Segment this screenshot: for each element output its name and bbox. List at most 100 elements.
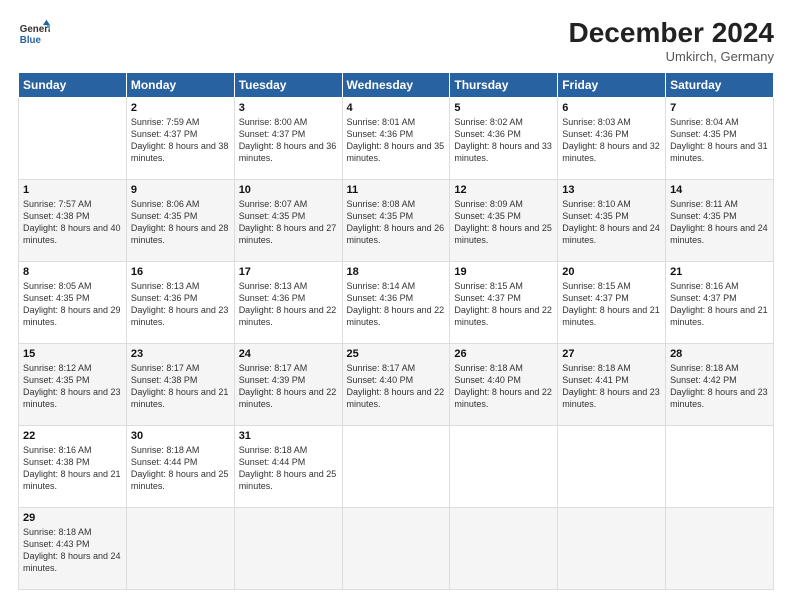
day-info: Sunrise: 8:15 AMSunset: 4:37 PMDaylight:…	[454, 280, 553, 329]
day-info: Sunrise: 8:06 AMSunset: 4:35 PMDaylight:…	[131, 198, 230, 247]
day-number: 13	[562, 184, 661, 196]
day-number: 9	[131, 184, 230, 196]
month-title: December 2024	[569, 18, 774, 49]
calendar-cell: 4 Sunrise: 8:01 AMSunset: 4:36 PMDaylight…	[342, 97, 450, 179]
day-number: 8	[23, 266, 122, 278]
day-number: 21	[670, 266, 769, 278]
day-number: 29	[23, 512, 122, 524]
day-number: 3	[239, 102, 338, 114]
calendar-cell	[450, 425, 558, 507]
day-info: Sunrise: 8:10 AMSunset: 4:35 PMDaylight:…	[562, 198, 661, 247]
calendar-header-row: Sunday Monday Tuesday Wednesday Thursday…	[19, 72, 774, 97]
page: General Blue December 2024 Umkirch, Germ…	[0, 0, 792, 612]
calendar-cell: 24 Sunrise: 8:17 AMSunset: 4:39 PMDayligh…	[234, 343, 342, 425]
calendar-cell: 6Sunrise: 8:03 AMSunset: 4:36 PMDaylight…	[558, 97, 666, 179]
calendar-cell: 8 Sunrise: 8:05 AMSunset: 4:35 PMDaylight…	[19, 261, 127, 343]
calendar-cell: 17Sunrise: 8:13 AMSunset: 4:36 PMDayligh…	[234, 261, 342, 343]
day-info: Sunrise: 8:05 AMSunset: 4:35 PMDaylight:…	[23, 280, 122, 329]
day-number: 10	[239, 184, 338, 196]
day-info: Sunrise: 8:18 AMSunset: 4:41 PMDaylight:…	[562, 362, 661, 411]
day-number: 19	[454, 266, 553, 278]
day-number: 20	[562, 266, 661, 278]
calendar-week-row: 22 Sunrise: 8:16 AMSunset: 4:38 PMDayligh…	[19, 425, 774, 507]
calendar-cell: 11 Sunrise: 8:08 AMSunset: 4:35 PMDayligh…	[342, 179, 450, 261]
day-info: Sunrise: 8:13 AMSunset: 4:36 PMDaylight:…	[131, 280, 230, 329]
day-info: Sunrise: 8:04 AMSunset: 4:35 PMDaylight:…	[670, 116, 769, 165]
day-number: 28	[670, 348, 769, 360]
day-number: 11	[347, 184, 446, 196]
calendar-table: Sunday Monday Tuesday Wednesday Thursday…	[18, 72, 774, 590]
day-number: 5	[454, 102, 553, 114]
day-info: Sunrise: 8:01 AMSunset: 4:36 PMDaylight:…	[347, 116, 446, 165]
day-number: 1	[23, 184, 122, 196]
day-info: Sunrise: 8:12 AMSunset: 4:35 PMDaylight:…	[23, 362, 122, 411]
calendar-cell	[666, 425, 774, 507]
calendar-cell: 28 Sunrise: 8:18 AMSunset: 4:42 PMDayligh…	[666, 343, 774, 425]
day-info: Sunrise: 8:16 AMSunset: 4:38 PMDaylight:…	[23, 444, 122, 493]
calendar-cell: 16 Sunrise: 8:13 AMSunset: 4:36 PMDayligh…	[126, 261, 234, 343]
day-info: Sunrise: 8:17 AMSunset: 4:38 PMDaylight:…	[131, 362, 230, 411]
col-saturday: Saturday	[666, 72, 774, 97]
day-number: 14	[670, 184, 769, 196]
day-number: 22	[23, 430, 122, 442]
calendar-cell: 20Sunrise: 8:15 AMSunset: 4:37 PMDayligh…	[558, 261, 666, 343]
calendar-cell: 2Sunrise: 7:59 AMSunset: 4:37 PMDaylight…	[126, 97, 234, 179]
day-info: Sunrise: 7:59 AMSunset: 4:37 PMDaylight:…	[131, 116, 230, 165]
day-info: Sunrise: 8:09 AMSunset: 4:35 PMDaylight:…	[454, 198, 553, 247]
calendar-week-row: 29 Sunrise: 8:18 AMSunset: 4:43 PMDayligh…	[19, 507, 774, 589]
col-tuesday: Tuesday	[234, 72, 342, 97]
day-number: 6	[562, 102, 661, 114]
day-number: 16	[131, 266, 230, 278]
calendar-cell	[558, 507, 666, 589]
day-info: Sunrise: 8:17 AMSunset: 4:39 PMDaylight:…	[239, 362, 338, 411]
day-info: Sunrise: 8:08 AMSunset: 4:35 PMDaylight:…	[347, 198, 446, 247]
calendar-cell	[450, 507, 558, 589]
calendar-cell: 12 Sunrise: 8:09 AMSunset: 4:35 PMDayligh…	[450, 179, 558, 261]
svg-text:General: General	[20, 24, 50, 35]
day-number: 23	[131, 348, 230, 360]
col-friday: Friday	[558, 72, 666, 97]
calendar-week-row: 2Sunrise: 7:59 AMSunset: 4:37 PMDaylight…	[19, 97, 774, 179]
calendar-cell: 31Sunrise: 8:18 AMSunset: 4:44 PMDayligh…	[234, 425, 342, 507]
day-info: Sunrise: 8:17 AMSunset: 4:40 PMDaylight:…	[347, 362, 446, 411]
day-info: Sunrise: 8:18 AMSunset: 4:43 PMDaylight:…	[23, 526, 122, 575]
calendar-cell: 29 Sunrise: 8:18 AMSunset: 4:43 PMDayligh…	[19, 507, 127, 589]
col-sunday: Sunday	[19, 72, 127, 97]
calendar-cell: 30Sunrise: 8:18 AMSunset: 4:44 PMDayligh…	[126, 425, 234, 507]
day-number: 25	[347, 348, 446, 360]
day-info: Sunrise: 8:18 AMSunset: 4:42 PMDaylight:…	[670, 362, 769, 411]
day-number: 4	[347, 102, 446, 114]
day-number: 24	[239, 348, 338, 360]
header: General Blue December 2024 Umkirch, Germ…	[18, 18, 774, 64]
day-info: Sunrise: 8:07 AMSunset: 4:35 PMDaylight:…	[239, 198, 338, 247]
calendar-cell: 18Sunrise: 8:14 AMSunset: 4:36 PMDayligh…	[342, 261, 450, 343]
calendar-cell: 25 Sunrise: 8:17 AMSunset: 4:40 PMDayligh…	[342, 343, 450, 425]
calendar-cell: 14Sunrise: 8:11 AMSunset: 4:35 PMDayligh…	[666, 179, 774, 261]
day-number: 26	[454, 348, 553, 360]
day-number: 15	[23, 348, 122, 360]
day-info: Sunrise: 8:13 AMSunset: 4:36 PMDaylight:…	[239, 280, 338, 329]
col-wednesday: Wednesday	[342, 72, 450, 97]
col-monday: Monday	[126, 72, 234, 97]
calendar-week-row: 8 Sunrise: 8:05 AMSunset: 4:35 PMDaylight…	[19, 261, 774, 343]
day-number: 12	[454, 184, 553, 196]
calendar-cell: 23 Sunrise: 8:17 AMSunset: 4:38 PMDayligh…	[126, 343, 234, 425]
subtitle: Umkirch, Germany	[569, 49, 774, 64]
svg-text:Blue: Blue	[20, 35, 42, 46]
calendar-cell	[126, 507, 234, 589]
day-info: Sunrise: 7:57 AMSunset: 4:38 PMDaylight:…	[23, 198, 122, 247]
calendar-cell: 21Sunrise: 8:16 AMSunset: 4:37 PMDayligh…	[666, 261, 774, 343]
day-number: 18	[347, 266, 446, 278]
day-number: 27	[562, 348, 661, 360]
day-info: Sunrise: 8:18 AMSunset: 4:44 PMDaylight:…	[131, 444, 230, 493]
calendar-cell: 9 Sunrise: 8:06 AMSunset: 4:35 PMDaylight…	[126, 179, 234, 261]
calendar-cell: 15 Sunrise: 8:12 AMSunset: 4:35 PMDayligh…	[19, 343, 127, 425]
calendar-cell: 13 Sunrise: 8:10 AMSunset: 4:35 PMDayligh…	[558, 179, 666, 261]
day-number: 31	[239, 430, 338, 442]
day-info: Sunrise: 8:00 AMSunset: 4:37 PMDaylight:…	[239, 116, 338, 165]
calendar-cell	[342, 507, 450, 589]
calendar-cell: 7 Sunrise: 8:04 AMSunset: 4:35 PMDaylight…	[666, 97, 774, 179]
calendar-cell	[19, 97, 127, 179]
calendar-cell: 5Sunrise: 8:02 AMSunset: 4:36 PMDaylight…	[450, 97, 558, 179]
day-number: 7	[670, 102, 769, 114]
